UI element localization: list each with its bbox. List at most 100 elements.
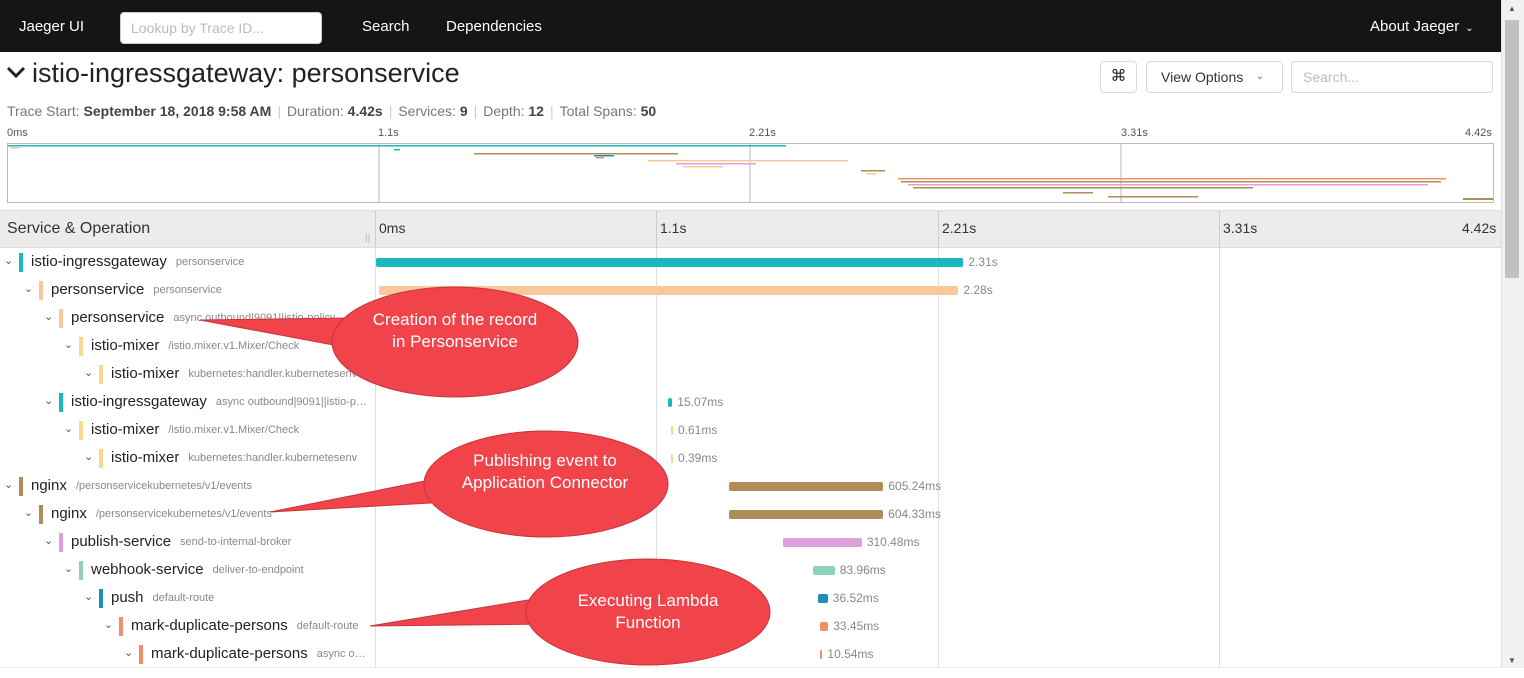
column-divider[interactable] — [375, 211, 376, 249]
scroll-down-icon[interactable]: ▼ — [1508, 656, 1516, 665]
duration-value: 4.42s — [347, 103, 383, 119]
expand-chevron-icon[interactable]: ⌄ — [124, 646, 133, 659]
nav-search-link[interactable]: Search — [362, 18, 410, 35]
timeline-tick: 3.31s — [1223, 220, 1258, 236]
service-color-bar — [19, 253, 23, 272]
span-operation-name: async outbound — [316, 648, 370, 660]
span-row[interactable]: ⌄ nginx/personservicekubernetes/v1/events — [0, 500, 376, 528]
service-color-bar — [99, 449, 103, 468]
span-row[interactable]: ⌄ publish-service send-to-internal-broker — [0, 528, 376, 556]
span-row[interactable]: ⌄ nginx/personservicekubernetes/v1/events — [0, 472, 376, 500]
span-service-name: personservice — [71, 309, 165, 326]
span-bar[interactable] — [818, 594, 828, 603]
span-service-name: istio-ingressgateway — [31, 253, 167, 270]
about-jaeger-menu[interactable]: About Jaeger ⌄ — [1370, 18, 1474, 35]
minimap-tick: 1.1s — [378, 127, 399, 139]
expand-chevron-icon[interactable]: ⌄ — [104, 618, 113, 631]
span-bar[interactable] — [668, 398, 673, 407]
trace-title: istio-ingressgateway: personservice — [6, 58, 460, 89]
column-resize-handle[interactable]: || — [365, 233, 370, 244]
trace-search-input[interactable] — [1291, 61, 1493, 93]
span-operation-name: async outbound|9091||istio-policy — [173, 312, 336, 324]
span-bar[interactable] — [729, 482, 884, 491]
span-bar[interactable] — [670, 426, 673, 435]
span-duration-label: 33.45ms — [833, 619, 880, 633]
span-bar[interactable] — [819, 650, 823, 659]
span-bar[interactable] — [670, 454, 673, 463]
service-color-bar — [59, 393, 63, 412]
span-row[interactable]: ⌄ webhook-service deliver-to-endpoint — [0, 556, 376, 584]
duration-label: Duration: — [286, 103, 344, 119]
brand-link[interactable]: Jaeger UI — [19, 18, 84, 35]
span-row[interactable]: ⌄ istio-mixer/istio.mixer.v1.Mixer/Check — [0, 332, 376, 360]
span-service-name: mark-duplicate-persons — [131, 617, 288, 634]
view-options-dropdown[interactable]: View Options ⌄ — [1146, 61, 1283, 93]
span-bar[interactable] — [819, 622, 829, 631]
span-row[interactable]: ⌄ personservice async outbound|9091||istio… — [0, 304, 376, 332]
service-color-bar — [99, 589, 103, 608]
expand-chevron-icon[interactable]: ⌄ — [84, 590, 93, 603]
expand-chevron-icon[interactable]: ⌄ — [64, 562, 73, 575]
span-service-name: push — [111, 589, 144, 606]
expand-chevron-icon[interactable]: ⌄ — [84, 450, 93, 463]
callout-record-creation: Creation of the record in Personservice — [372, 310, 538, 351]
span-bar[interactable] — [378, 286, 959, 295]
trace-start-value: September 18, 2018 9:58 AM — [83, 103, 272, 119]
trace-start-label: Trace Start: — [7, 103, 80, 119]
service-color-bar — [119, 617, 123, 636]
span-row[interactable]: ⌄ mark-duplicate-persons default-route — [0, 612, 376, 640]
service-color-bar — [139, 645, 143, 664]
service-color-bar — [39, 281, 43, 300]
expand-chevron-icon[interactable]: ⌄ — [4, 254, 13, 267]
span-row[interactable]: ⌄ istio-ingressgateway personservice — [0, 248, 376, 276]
trace-id-lookup-input[interactable] — [120, 12, 322, 44]
callout-executing-lambda: Executing Lambda Function — [577, 591, 719, 632]
service-color-bar — [79, 421, 83, 440]
scroll-up-icon[interactable]: ▲ — [1508, 4, 1516, 13]
span-service-name: istio-mixer — [111, 365, 180, 382]
expand-chevron-icon[interactable]: ⌄ — [44, 534, 53, 547]
span-bar[interactable] — [376, 258, 964, 267]
expand-chevron-icon[interactable]: ⌄ — [64, 422, 73, 435]
expand-chevron-icon[interactable]: ⌄ — [64, 338, 73, 351]
span-duration-label: 310.48ms — [866, 535, 920, 549]
minimap-graph — [8, 144, 1493, 202]
expand-chevron-icon[interactable]: ⌄ — [24, 506, 33, 519]
span-duration-label: 0.61ms — [677, 423, 718, 437]
span-duration-label: 2.31s — [968, 255, 998, 269]
span-rows: ⌄ istio-ingressgateway personservice ⌄ perso… — [0, 248, 1501, 668]
span-row[interactable]: ⌄ push default-route — [0, 584, 376, 612]
expand-chevron-icon[interactable]: ⌄ — [44, 310, 53, 323]
timeline-tick: 2.21s — [942, 220, 977, 236]
total-spans-label: Total Spans: — [559, 103, 637, 119]
expand-chevron-icon[interactable]: ⌄ — [44, 394, 53, 407]
top-navbar: Jaeger UI Search Dependencies About Jaeg… — [0, 0, 1501, 52]
expand-chevron-icon[interactable]: ⌄ — [84, 366, 93, 379]
expand-chevron-icon[interactable]: ⌄ — [24, 282, 33, 295]
span-row[interactable]: ⌄ personservice personservice — [0, 276, 376, 304]
vertical-scrollbar[interactable]: ▲ ▼ — [1501, 0, 1524, 668]
keyboard-shortcuts-button[interactable]: ⌘ — [1100, 61, 1137, 93]
span-operation-name: personservice — [153, 284, 222, 296]
span-bar[interactable] — [729, 510, 884, 519]
span-row[interactable]: ⌄ istio-mixer kubernetes:handler.kubernete… — [0, 360, 376, 388]
depth-value: 12 — [528, 103, 544, 119]
span-row[interactable]: ⌄ istio-ingressgateway async outbound|9091… — [0, 388, 376, 416]
span-row[interactable]: ⌄ istio-mixer/istio.mixer.v1.Mixer/Check — [0, 416, 376, 444]
timeline-tick: 4.42s — [1462, 220, 1497, 236]
span-bar[interactable] — [813, 566, 835, 575]
scrollbar-thumb[interactable] — [1505, 20, 1519, 278]
span-bar[interactable] — [782, 538, 862, 547]
nav-dependencies-link[interactable]: Dependencies — [446, 18, 542, 35]
span-row[interactable]: ⌄ mark-duplicate-persons async outbound — [0, 640, 376, 668]
span-operation-name: kubernetes:handler.kubernetesenv — [188, 368, 358, 380]
span-operation-name: /personservicekubernetes/v1/events — [95, 508, 272, 520]
expand-chevron-icon[interactable]: ⌄ — [4, 478, 13, 491]
span-operation-name: default-route — [296, 620, 359, 632]
span-operation-name: personservice — [175, 256, 245, 268]
command-icon: ⌘ — [1110, 68, 1127, 85]
trace-minimap[interactable] — [7, 143, 1494, 203]
collapse-chevron-icon[interactable] — [6, 62, 32, 85]
services-label: Services: — [398, 103, 456, 119]
span-row[interactable]: ⌄ istio-mixer kubernetes:handler.kubernete… — [0, 444, 376, 472]
